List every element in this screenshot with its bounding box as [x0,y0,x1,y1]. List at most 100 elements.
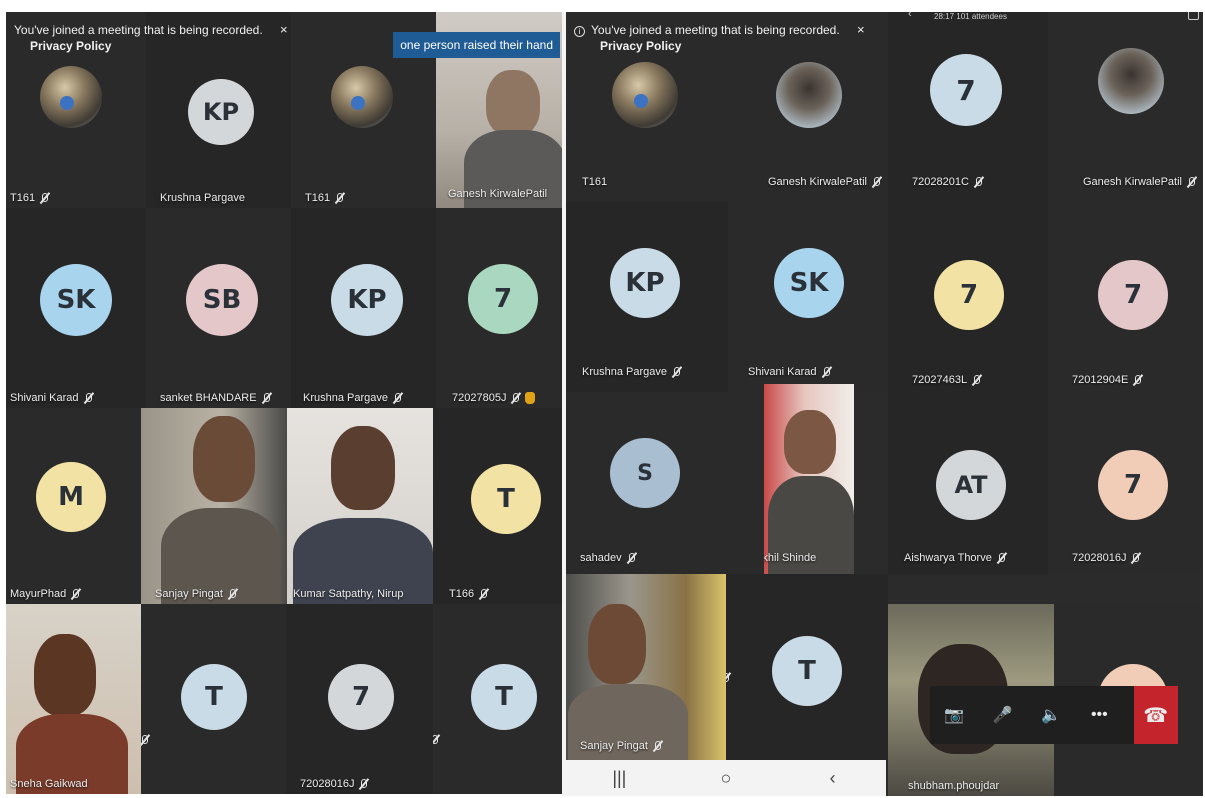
recents-button[interactable]: ||| [599,768,639,789]
raised-hand-icon [525,392,536,404]
participant-tile[interactable]: SK Shivani Karad [728,202,888,392]
initials-avatar: SK [40,264,112,336]
mic-off-icon [973,176,984,188]
participant-video[interactable]: Sneha Gaikwad [6,604,141,794]
close-banner-button[interactable]: × [280,22,288,37]
mic-off-icon [821,366,832,378]
participant-name: Ganesh KirwalePatil [448,188,548,200]
mic-off-button[interactable]: 🎤 [989,701,1017,729]
participant-video[interactable]: Nikhil Shinde [764,384,854,574]
participant-name: Sneha Gaikwad [10,778,88,790]
initials-avatar: KP [188,79,254,145]
initials-avatar: 7 [930,54,1002,126]
participant-video[interactable]: Kumar Satpathy, Nirup [287,408,433,604]
participant-name: shubham.phoujdar [908,780,1000,792]
participant-tile[interactable]: S sahadev [566,392,762,574]
right-meeting-screenshot: i You've joined a meeting that is being r… [566,12,1203,796]
chevron-left-icon[interactable]: ‹ [908,12,912,20]
participant-tile[interactable]: Ganesh KirwalePatil [1048,12,1203,202]
share-icon[interactable] [1188,12,1199,20]
participant-tile[interactable]: 7 72028016J [286,604,433,794]
mic-off-icon [671,366,682,378]
mic-off-icon [1130,552,1141,564]
participant-name: sahadev [580,552,637,564]
info-icon: i [574,26,585,37]
participant-name: Kumar Satpathy, Nirup [293,588,404,600]
participant-mic-status [141,734,150,746]
mic-off-icon [392,392,403,404]
participant-name: sanket BHANDARE [160,392,272,404]
participant-name: Aishwarya Thorve [904,552,1007,564]
profile-photo-avatar [40,66,102,128]
participant-tile[interactable]: T [433,604,566,794]
participant-tile[interactable]: AT Aishwarya Thorve [888,392,1048,574]
participant-tile[interactable]: T T166 [433,408,566,604]
initials-avatar: KP [610,248,680,318]
profile-photo-avatar [776,62,842,128]
profile-photo-avatar [1098,48,1164,114]
speaker-button[interactable]: 🔈 [1037,701,1065,729]
back-button[interactable]: ‹ [813,768,853,789]
participant-tile[interactable]: SB sanket BHANDARE [146,208,291,408]
participant-tile[interactable]: M MayurPhad [6,408,141,604]
privacy-policy-link[interactable]: Privacy Policy [30,39,306,53]
participant-tile[interactable]: KP Krushna Pargave [566,202,728,392]
participant-tile[interactable]: 7 72028016J [1048,392,1203,574]
participant-tile[interactable]: 7 72028201C [888,12,1048,202]
initials-avatar: T [181,664,247,730]
initials-avatar: 7 [328,664,394,730]
camera-off-button[interactable]: 📷 [940,701,968,729]
initials-avatar: S [610,438,680,508]
initials-avatar: T [471,464,541,534]
participant-video[interactable]: Sanjay Pingat [566,574,726,760]
participant-name: Krushna Pargave [582,366,682,378]
participant-name: 72028016J [1072,552,1141,564]
mic-off-icon [334,192,345,204]
mic-off-icon [726,672,731,684]
initials-avatar: SB [186,264,258,336]
initials-avatar: AT [936,450,1006,520]
mic-off-icon [70,588,81,600]
mic-off-icon [626,552,637,564]
meeting-duration-attendees: 28:17 101 attendees [934,12,1007,21]
participant-mic-status [433,734,440,746]
mic-off-icon [1132,374,1143,386]
participant-tile[interactable]: T [141,604,286,794]
participant-name: 72028201C [912,176,984,188]
participant-video[interactable]: Sanjay Pingat [141,408,287,604]
mic-off-icon [652,740,663,752]
mic-off-icon [141,734,150,746]
home-button[interactable]: ○ [706,768,746,789]
mic-off-icon [83,392,94,404]
initials-avatar: 7 [1098,450,1168,520]
participant-name: Nikhil Shinde [764,552,817,564]
mic-off-icon [39,192,50,204]
participant-name: Shivani Karad [748,366,832,378]
initials-avatar: M [36,462,106,532]
participant-name: T161 [305,192,345,204]
more-options-button[interactable]: ••• [1085,701,1113,729]
participant-tile[interactable]: KP Krushna Pargave [291,208,436,408]
participant-name: Ganesh KirwalePatil [768,176,882,188]
participant-mic-status [726,672,731,684]
participant-tile[interactable]: T [726,574,888,760]
participant-name: Shivani Karad [10,392,94,404]
participant-name: Sanjay Pingat [155,588,238,600]
participant-tile[interactable]: 7 72027805J [436,208,566,408]
recording-banner: i You've joined a meeting that is being r… [566,12,886,62]
participant-tile[interactable]: 7 72012904E [1048,202,1203,392]
profile-photo-avatar [612,62,678,128]
hang-up-button[interactable]: ☎ [1133,686,1178,744]
initials-avatar: 7 [934,260,1004,330]
left-meeting-screenshot: You've joined a meeting that is being re… [6,12,566,794]
initials-avatar: KP [331,264,403,336]
privacy-policy-link[interactable]: Privacy Policy [600,39,886,53]
participant-tile[interactable]: SK Shivani Karad [6,208,146,408]
mic-off-icon [358,778,369,790]
close-banner-button[interactable]: × [857,22,865,37]
participant-tile[interactable]: 7 72027463L [888,202,1048,392]
participant-name: 72012904E [1072,374,1143,386]
mic-off-icon [971,374,982,386]
participant-name: MayurPhad [10,588,81,600]
participant-name: Krushna Pargave [160,192,245,204]
